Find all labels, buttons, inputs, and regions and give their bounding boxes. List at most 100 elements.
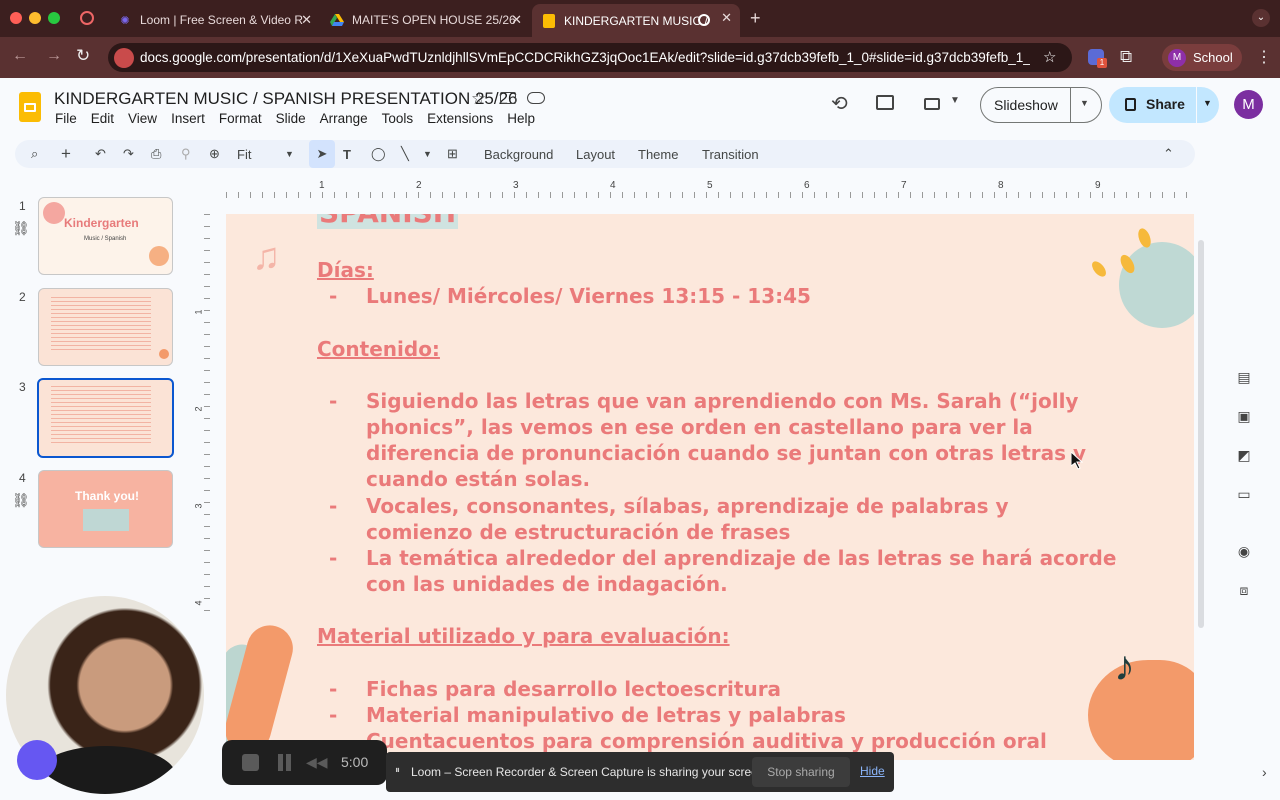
meet-icon[interactable] (924, 98, 940, 110)
slideshow-button[interactable]: Slideshow (994, 97, 1058, 113)
folder-icon[interactable]: ▭ (1235, 485, 1253, 503)
paint-format-icon[interactable]: ⚲ (181, 140, 191, 168)
tab-loom[interactable]: ✺ Loom | Free Screen & Video R ✕ (108, 6, 320, 34)
tab-drive[interactable]: MAITE'S OPEN HOUSE 25/26 ✕ (320, 6, 530, 34)
ruler-label: 8 (998, 180, 1004, 191)
slideshow-button-group: Slideshow ▼ (980, 87, 1102, 123)
shape-icon[interactable]: ◯ (371, 140, 386, 168)
back-icon[interactable]: ← (12, 47, 28, 65)
menu-slide[interactable]: Slide (276, 111, 306, 126)
slide-thumbnail-3[interactable] (37, 378, 174, 458)
forward-icon[interactable]: → (46, 47, 62, 65)
speaker-notes-icon[interactable]: ▤ (1235, 368, 1253, 386)
menu-extensions[interactable]: Extensions (427, 111, 493, 126)
slides-logo-icon[interactable] (19, 92, 41, 122)
close-tab-icon[interactable]: ✕ (511, 12, 522, 28)
background-button[interactable]: Background (484, 140, 553, 168)
print-icon[interactable]: ⎙ (151, 140, 161, 168)
zoom-dropdown-icon[interactable]: ▼ (285, 140, 294, 168)
redo-icon[interactable]: ↷ (123, 140, 134, 168)
record-icon[interactable]: ◉ (1235, 542, 1253, 560)
pinned-tab-icon[interactable] (80, 11, 94, 25)
menu-help[interactable]: Help (507, 111, 535, 126)
slideshow-dropdown-icon[interactable]: ▼ (1080, 98, 1089, 108)
site-info-icon[interactable] (114, 48, 134, 68)
slide-number: 2 (19, 290, 26, 304)
menu-insert[interactable]: Insert (171, 111, 205, 126)
slide-title[interactable]: SPANISH (317, 214, 459, 229)
menu-edit[interactable]: Edit (91, 111, 114, 126)
days-item: Lunes/ Miércoles/ Viernes 13:15 - 13:45 (366, 284, 811, 308)
tab-search-icon[interactable]: ⌄ (1252, 9, 1270, 27)
decoration-circle (1119, 242, 1194, 328)
slide-thumbnail-4[interactable]: Thank you! (38, 470, 173, 548)
tab-slides[interactable]: KINDERGARTEN MUSIC / ✕ (532, 4, 740, 37)
menu-file[interactable]: File (55, 111, 77, 126)
search-menus-icon[interactable]: ⌕ (31, 140, 38, 168)
theme-button[interactable]: Theme (638, 140, 678, 168)
close-tab-icon[interactable]: ✕ (301, 12, 312, 28)
star-icon[interactable]: ☆ (471, 89, 486, 109)
menu-view[interactable]: View (128, 111, 157, 126)
minimize-window-button[interactable] (29, 12, 41, 24)
meet-dropdown-icon[interactable]: ▼ (950, 95, 960, 106)
slide-thumbnail-1[interactable]: Kindergarten Music / Spanish (38, 197, 173, 275)
new-tab-button[interactable]: + (750, 8, 761, 29)
account-avatar[interactable]: M (1234, 90, 1263, 119)
bookmark-star-icon[interactable]: ☆ (1043, 48, 1056, 66)
pause-button[interactable] (278, 754, 283, 771)
zoom-icon[interactable]: ⊕ (209, 140, 220, 168)
loom-menu-button[interactable] (17, 740, 57, 780)
zoom-select[interactable]: Fit (237, 140, 251, 168)
address-bar[interactable]: docs.google.com/presentation/d/1XeXuaPwd… (108, 43, 1072, 72)
collapse-toolbar-icon[interactable]: ⌃ (1163, 140, 1174, 168)
undo-icon[interactable]: ↶ (95, 140, 106, 168)
restart-icon[interactable]: ◀◀ (306, 754, 328, 771)
decoration-leaf (1089, 258, 1109, 280)
text-box-icon[interactable]: T (343, 140, 351, 168)
slide-thumbnail-2[interactable] (38, 288, 173, 366)
line-icon[interactable]: ╲ (401, 140, 409, 168)
profile-button[interactable]: M School (1162, 44, 1242, 71)
menu-format[interactable]: Format (219, 111, 262, 126)
select-cursor-icon[interactable]: ➤ (309, 140, 335, 168)
decoration-shape (149, 246, 169, 266)
content-item-line: cuando están solas. (366, 467, 591, 491)
share-dropdown-icon[interactable]: ▼ (1203, 98, 1212, 108)
new-slide-icon[interactable]: + (61, 140, 71, 168)
reload-icon[interactable]: ↻ (76, 46, 90, 66)
comment-add-icon[interactable]: ⊞ (447, 140, 458, 168)
puzzle-icon[interactable]: ⧉ (1120, 47, 1132, 67)
maximize-window-button[interactable] (48, 12, 60, 24)
hide-link[interactable]: Hide (860, 764, 885, 778)
video-icon[interactable]: ⧈ (1235, 581, 1253, 599)
days-heading: Días: (317, 258, 374, 282)
profile-label: School (1193, 50, 1233, 65)
recording-timer: 5:00 (341, 754, 369, 770)
stop-record-button[interactable] (242, 754, 259, 771)
slide-canvas[interactable]: ♫ ♪ SPANISH Días: - Lunes/ Miércoles/ Vi… (226, 214, 1194, 760)
keep-icon[interactable]: ▣ (1235, 407, 1253, 425)
menu-arrange[interactable]: Arrange (320, 111, 368, 126)
transition-button[interactable]: Transition (702, 140, 759, 168)
comments-icon[interactable] (876, 95, 894, 110)
tab-title: Loom | Free Screen & Video R (140, 13, 303, 27)
line-dropdown-icon[interactable]: ▼ (423, 140, 432, 168)
move-folder-icon[interactable] (500, 92, 516, 104)
bullet-dash: - (329, 703, 338, 727)
tasks-icon[interactable]: ◩ (1235, 446, 1253, 464)
close-window-button[interactable] (10, 12, 22, 24)
version-history-icon[interactable]: ⟲ (831, 91, 848, 116)
browser-menu-icon[interactable]: ⋮ (1256, 47, 1272, 67)
tab-title: MAITE'S OPEN HOUSE 25/26 (352, 13, 516, 27)
document-title[interactable]: KINDERGARTEN MUSIC / SPANISH PRESENTATIO… (54, 89, 518, 109)
close-tab-icon[interactable]: ✕ (721, 10, 732, 26)
stop-sharing-button[interactable]: Stop sharing (752, 757, 850, 787)
thumbnail-title: Thank you! (75, 489, 140, 503)
canvas-scrollbar[interactable] (1198, 240, 1204, 628)
layout-button[interactable]: Layout (576, 140, 615, 168)
menu-bar: File Edit View Insert Format Slide Arran… (55, 111, 549, 126)
share-button[interactable]: Share (1146, 96, 1185, 112)
menu-tools[interactable]: Tools (382, 111, 414, 126)
expand-panel-icon[interactable]: › (1262, 764, 1267, 780)
